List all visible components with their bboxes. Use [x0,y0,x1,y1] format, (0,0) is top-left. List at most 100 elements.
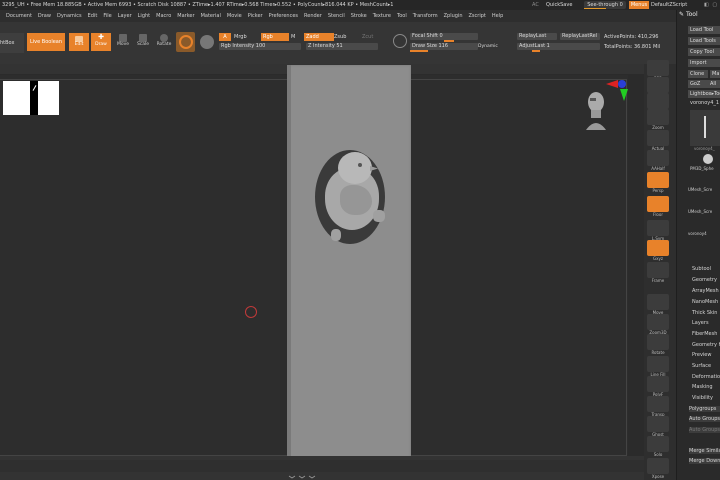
menu-stencil[interactable]: Stencil [328,10,345,22]
subpalette-arraymesh[interactable]: ArrayMesh [692,288,719,294]
tool-thumbnail[interactable] [690,110,720,146]
shelf-button-bpr[interactable] [647,60,669,76]
menu-marker[interactable]: Marker [177,10,194,22]
draw-button[interactable]: ✚ Draw [91,33,111,51]
menu-document[interactable]: Document [6,10,32,22]
goz-all-button[interactable]: All [708,80,720,88]
menu-picker[interactable]: Picker [248,10,263,22]
subpalette-preview[interactable]: Preview [692,352,711,358]
menu-draw[interactable]: Draw [38,10,51,22]
edit-button[interactable]: Edit [69,33,89,51]
shelf-button-frame[interactable] [647,262,669,278]
menu-render[interactable]: Render [304,10,322,22]
subpalette-fibermesh[interactable]: FiberMesh [692,331,717,337]
subpalette-layers[interactable]: Layers [692,320,709,326]
copy-tool-button[interactable]: Copy Tool [688,48,720,56]
menu-stroke[interactable]: Stroke [351,10,367,22]
subpalette-auto-groups[interactable]: Auto Groups [689,416,720,422]
draw-size-slider[interactable]: Draw Size 116 [410,43,478,50]
goz-button[interactable]: GoZ [688,80,708,88]
subpalette-auto-groups-with-uv[interactable]: Auto Groups With UV [689,427,720,433]
move-button[interactable]: Move [114,33,132,51]
clone-button[interactable]: Clone [688,70,708,78]
lightbox-button[interactable]: htBox [0,33,24,53]
subpalette-surface[interactable]: Surface [692,363,711,369]
shelf-button-polyf[interactable] [647,376,669,392]
menu-layer[interactable]: Layer [118,10,132,22]
m-button[interactable]: M [291,33,295,41]
shelf-button-aahalf[interactable] [647,150,669,166]
shelf-button-persp[interactable] [647,172,669,188]
zcut-button[interactable]: Zcut [362,33,373,41]
make-polymesh-button[interactable]: Ma [710,70,720,78]
shelf-button-ghost[interactable] [647,416,669,432]
tool-palette-header[interactable]: ✎ Tool [676,10,720,20]
tray-handle-icon[interactable] [287,475,317,479]
menu-file[interactable]: File [103,10,111,22]
shelf-button-solo[interactable] [647,436,669,452]
menu-dynamics[interactable]: Dynamics [57,10,82,22]
wall-mesh[interactable] [287,65,411,472]
shelf-button-xpose[interactable] [647,458,669,474]
rotate-button[interactable]: Rotate [155,33,173,51]
subpalette-masking[interactable]: Masking [692,384,713,390]
subpalette-geometry[interactable]: Geometry [692,277,717,283]
shelf-button-line-fill[interactable] [647,356,669,372]
subpalette-deformation[interactable]: Deformation [692,374,720,380]
load-tool-button[interactable]: Load Tool [688,26,720,34]
subpalette-merge-down[interactable]: Merge Down [689,458,720,464]
dynamic-button[interactable]: Dynamic [478,43,498,50]
brush-thumbnail[interactable] [176,32,195,52]
menu-preferences[interactable]: Preferences [269,10,298,22]
shelf-button-transp[interactable] [647,396,669,412]
subpalette-merge-similar[interactable]: Merge Similar [689,448,720,454]
import-button[interactable]: Import [688,59,720,67]
shelf-button-actual[interactable] [647,130,669,146]
subpalette-visibility[interactable]: Visibility [692,395,713,401]
quicksave-button[interactable]: QuickSave [546,0,572,10]
subpalette-thick-skin[interactable]: Thick Skin [692,310,717,316]
menu-movie[interactable]: Movie [227,10,242,22]
menus-button[interactable]: Menus [629,1,649,9]
live-boolean-button[interactable]: Live Boolean [27,33,65,51]
material-sphere-icon[interactable] [200,35,214,49]
replay-last-rel-button[interactable]: ReplayLastRel [560,33,600,40]
shelf-button-scroll[interactable] [647,93,669,109]
subpalette-nanomesh[interactable]: NanoMesh [692,299,718,305]
shelf-button-rotate[interactable] [647,334,669,350]
rgb-intensity-slider[interactable]: Rgb Intensity 100 [219,43,301,50]
subpalette-polygroups[interactable]: Polygroups [689,406,720,412]
rgb-button[interactable]: Rgb [261,33,289,41]
menu-material[interactable]: Material [201,10,221,22]
focal-shift-slider[interactable]: Focal Shift 0 [410,33,478,40]
mrgb-button[interactable]: Mrgb [234,33,247,41]
menu-tool[interactable]: Tool [397,10,407,22]
navigation-head-icon[interactable] [584,90,608,130]
shelf-button-move[interactable] [647,294,669,310]
a-button[interactable]: A [219,33,231,41]
shelf-button-zoom3d[interactable] [647,314,669,330]
zadd-button[interactable]: Zadd [304,33,334,41]
adjust-last-slider[interactable]: AdjustLast 1 [517,43,600,50]
lightbox-tools-button[interactable]: Lightbox▸Tools [688,90,720,98]
menu-zscript[interactable]: Zscript [468,10,485,22]
menu-light[interactable]: Light [138,10,150,22]
save-as-button[interactable]: Load Tools [688,37,720,45]
subpalette-subtool[interactable]: Subtool [692,266,711,272]
default-zscript-button[interactable]: DefaultZScript [651,0,687,10]
shelf-button-gxyz[interactable] [647,240,669,256]
menu-transform[interactable]: Transform [413,10,438,22]
subpalette-geometry-hd[interactable]: Geometry HD [692,342,720,348]
menu-edit[interactable]: Edit [88,10,98,22]
shelf-button-spix-3[interactable] [647,77,669,93]
shelf-button-l-sym[interactable] [647,220,669,236]
ac-label[interactable]: AC [532,0,539,10]
menu-help[interactable]: Help [492,10,503,22]
z-intensity-slider[interactable]: Z Intensity 51 [306,43,378,50]
shelf-button-zoom[interactable] [647,109,669,125]
scale-button[interactable]: Scale [134,33,152,51]
menu-texture[interactable]: Texture [373,10,391,22]
shelf-button-floor[interactable] [647,196,669,212]
menu-macro[interactable]: Macro [156,10,171,22]
sphere-thumb-icon[interactable] [703,154,713,164]
